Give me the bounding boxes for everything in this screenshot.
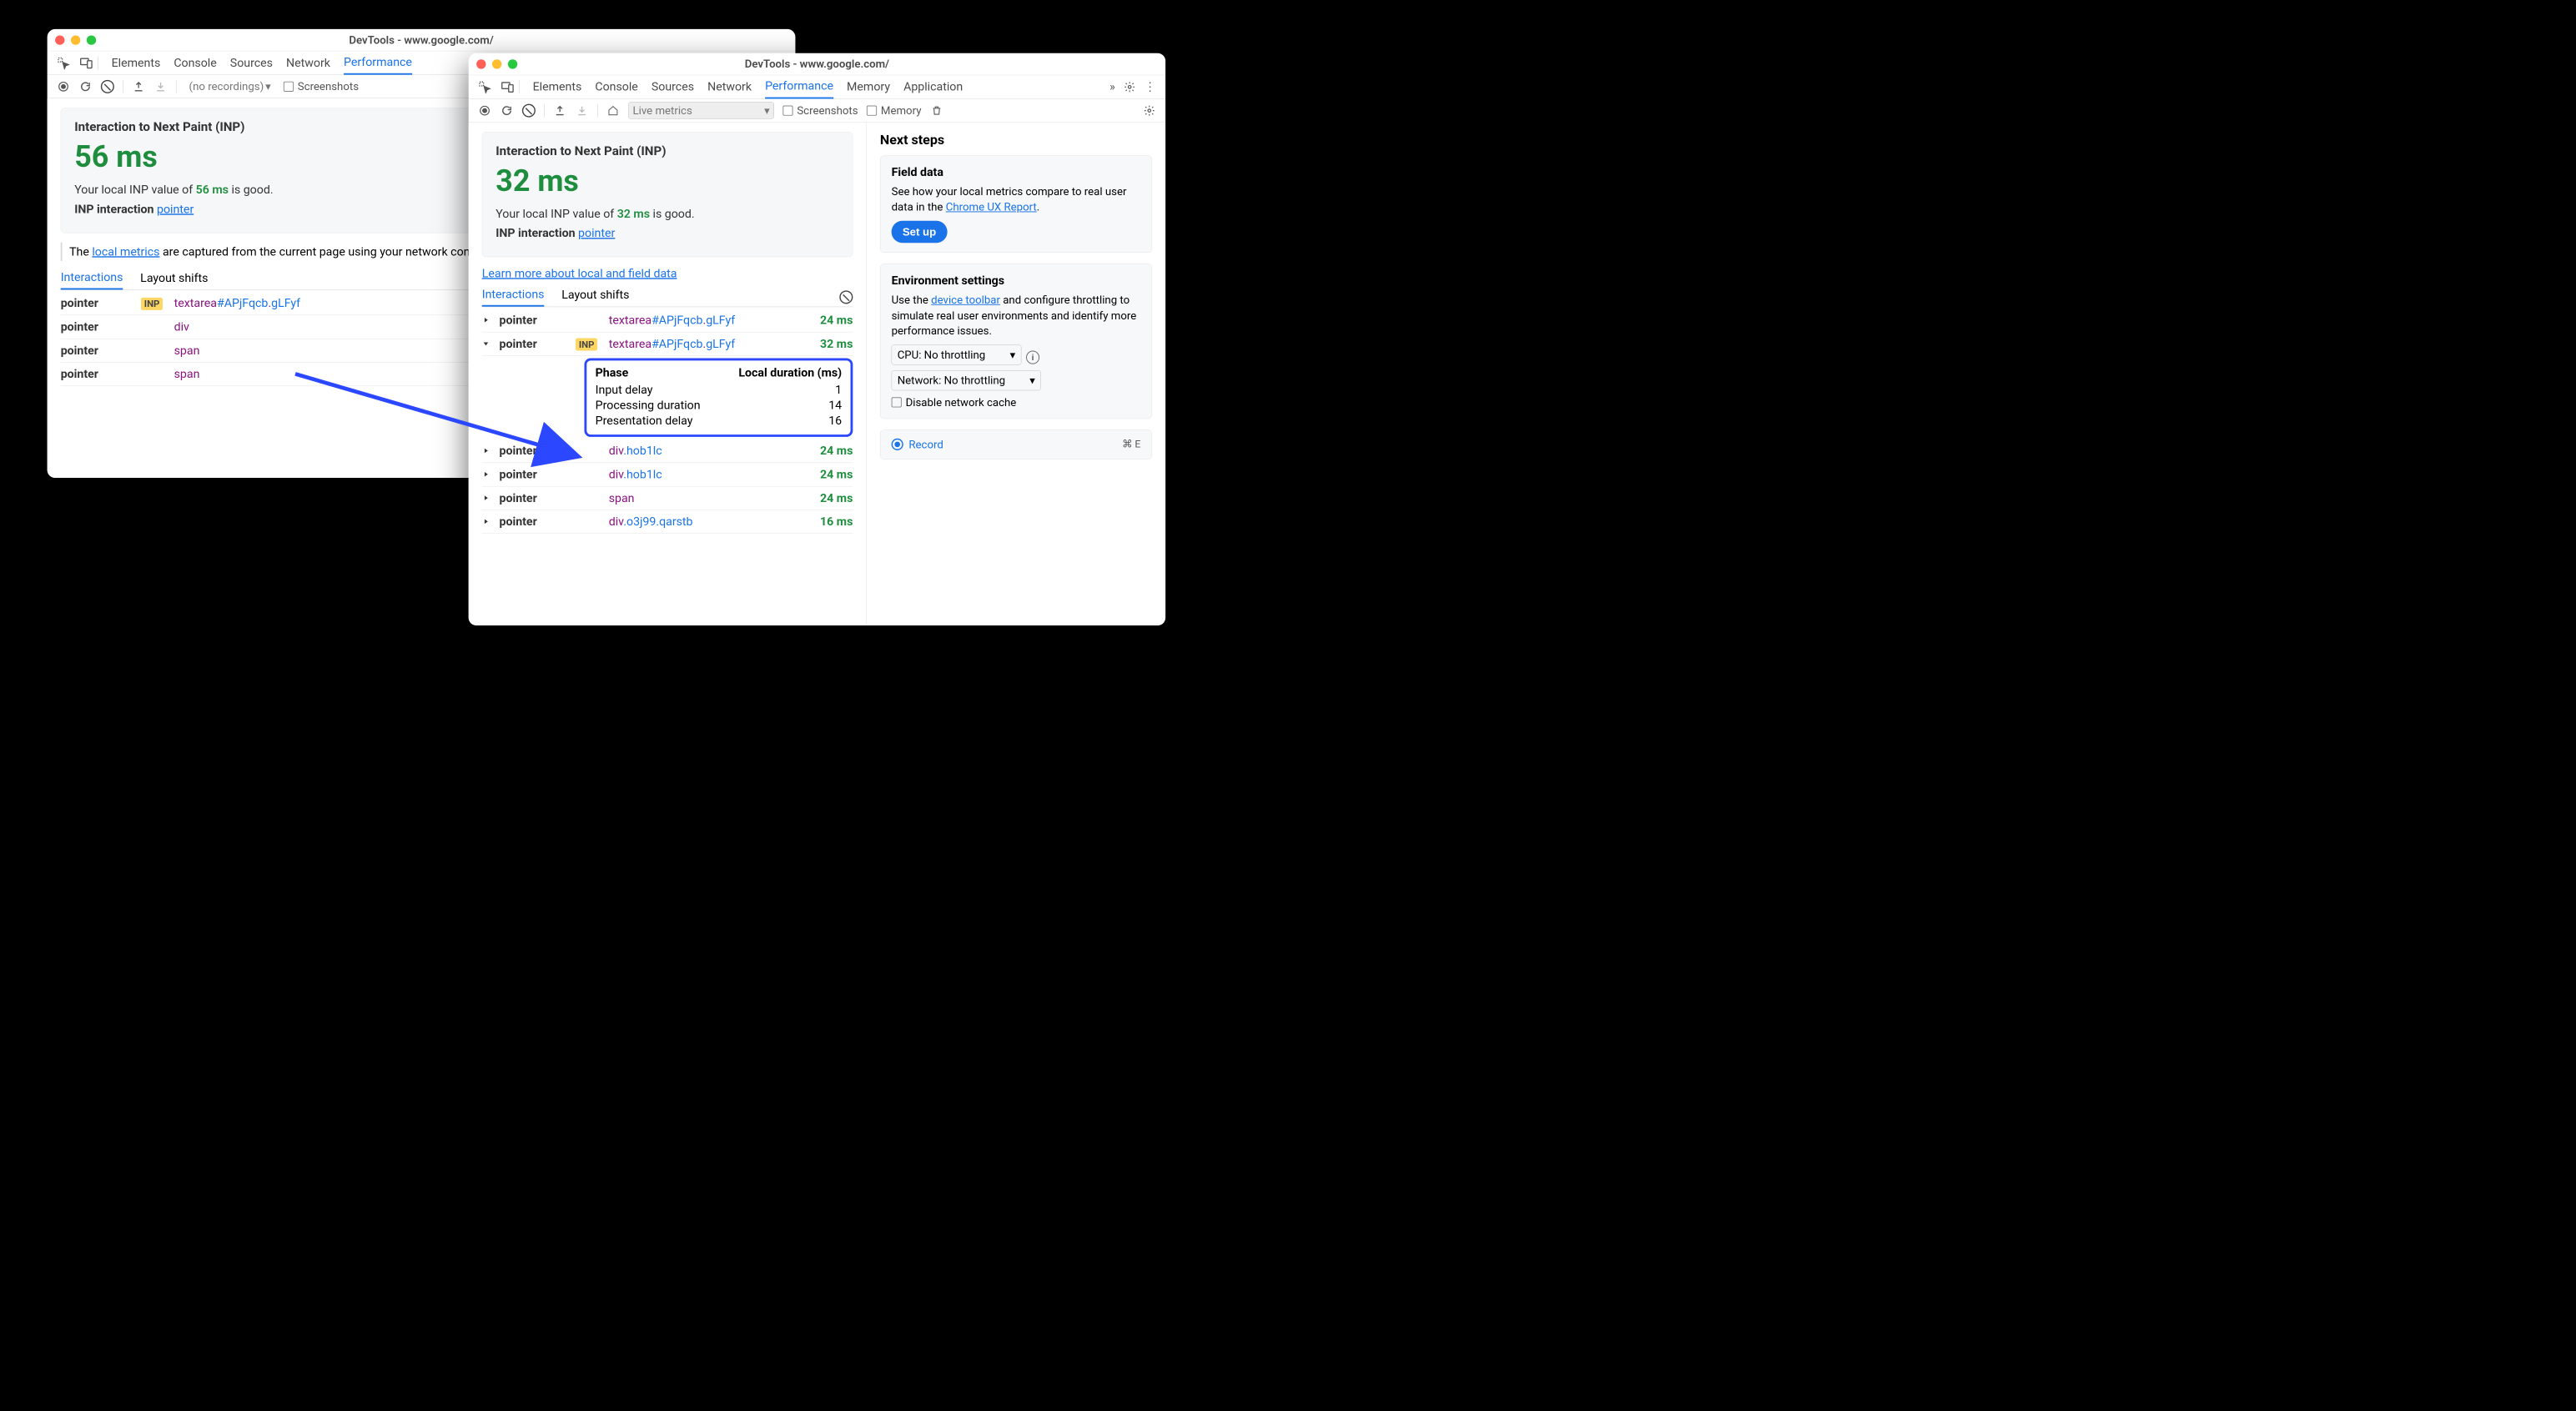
inp-interaction-link[interactable]: pointer (578, 226, 615, 240)
memory-checkbox[interactable]: Memory (867, 104, 922, 118)
interaction-row[interactable]: pointer span 24 ms (482, 486, 853, 510)
device-toolbar-icon[interactable] (79, 56, 93, 69)
download-icon (154, 80, 168, 93)
live-metrics-dropdown[interactable]: Live metrics ▾ (628, 102, 774, 118)
minimize-icon[interactable] (71, 35, 80, 44)
local-metrics-link[interactable]: local metrics (92, 245, 159, 259)
info-icon[interactable]: i (1026, 351, 1039, 364)
perf-toolbar: Live metrics ▾ Screenshots Memory (469, 98, 1165, 122)
learn-more-link[interactable]: Learn more about local and field data (482, 267, 677, 281)
inp-heading: Interaction to Next Paint (INP) (496, 143, 839, 158)
environment-settings-card: Environment settings Use the device tool… (880, 264, 1152, 419)
subtab-interactions[interactable]: Interactions (482, 288, 545, 307)
tab-elements[interactable]: Elements (533, 75, 582, 98)
clear-icon[interactable] (522, 103, 536, 117)
record-card: Record ⌘ E (880, 429, 1152, 459)
record-icon[interactable] (57, 80, 70, 93)
tab-memory[interactable]: Memory (847, 75, 890, 98)
window-title: DevTools - www.google.com/ (48, 33, 796, 47)
chevron-right-icon[interactable] (482, 316, 491, 324)
interaction-row[interactable]: pointer div.hob1lc 24 ms (482, 463, 853, 486)
tab-network[interactable]: Network (707, 75, 752, 98)
tab-console[interactable]: Console (174, 51, 216, 74)
reload-icon[interactable] (78, 80, 92, 93)
set-up-button[interactable]: Set up (892, 221, 948, 243)
subtab-row: Interactions Layout shifts (482, 288, 853, 308)
traffic-lights (476, 59, 517, 68)
close-icon[interactable] (476, 59, 486, 68)
settings-icon[interactable] (1143, 103, 1156, 117)
interaction-row[interactable]: pointer div.hob1lc 24 ms (482, 439, 853, 463)
home-icon[interactable] (606, 103, 620, 117)
chevron-right-icon[interactable] (482, 446, 491, 454)
tab-application[interactable]: Application (903, 75, 963, 98)
network-throttling-select[interactable]: Network: No throttling▾ (892, 370, 1041, 390)
record-ring-icon (892, 439, 903, 450)
tab-elements[interactable]: Elements (112, 51, 161, 74)
inspect-icon[interactable] (57, 56, 70, 69)
upload-icon[interactable] (553, 103, 566, 117)
download-icon (576, 103, 589, 117)
recording-dropdown[interactable]: (no recordings) ▾ (185, 78, 275, 94)
main-panel: Interaction to Next Paint (INP) 32 ms Yo… (469, 123, 867, 625)
subtab-interactions[interactable]: Interactions (61, 270, 123, 289)
more-tabs-icon[interactable]: » (1109, 80, 1115, 94)
interaction-row[interactable]: pointer div.o3j99.qarstb 16 ms (482, 510, 853, 534)
tab-console[interactable]: Console (595, 75, 637, 98)
tab-sources[interactable]: Sources (230, 51, 273, 74)
screenshots-checkbox[interactable]: Screenshots (782, 104, 858, 118)
record-icon[interactable] (478, 103, 491, 117)
device-toolbar-icon[interactable] (501, 80, 514, 93)
tab-performance[interactable]: Performance (344, 51, 412, 74)
chevron-right-icon[interactable] (482, 494, 491, 502)
settings-icon[interactable] (1123, 80, 1136, 93)
interactions-table: pointer textarea#APjFqcb.gLFyf 24 ms poi… (482, 309, 853, 534)
clear-interactions-icon[interactable] (839, 290, 853, 304)
inp-value: 32 ms (496, 163, 839, 198)
zoom-icon[interactable] (87, 35, 96, 44)
trash-icon[interactable] (930, 103, 943, 117)
minimize-icon[interactable] (492, 59, 501, 68)
cpu-throttling-select[interactable]: CPU: No throttling▾ (892, 344, 1022, 364)
tab-sources[interactable]: Sources (652, 75, 694, 98)
window-title: DevTools - www.google.com/ (469, 58, 1165, 71)
chevron-right-icon[interactable] (482, 517, 491, 525)
subtab-layout-shifts[interactable]: Layout shifts (561, 289, 629, 306)
device-toolbar-link[interactable]: device toolbar (931, 294, 1000, 307)
chrome-ux-report-link[interactable]: Chrome UX Report (946, 200, 1037, 213)
zoom-icon[interactable] (508, 59, 517, 68)
devtools-window-2: DevTools - www.google.com/ Elements Cons… (469, 53, 1165, 625)
clear-icon[interactable] (101, 80, 114, 93)
side-panel: Next steps Field data See how your local… (866, 123, 1165, 625)
kebab-icon[interactable]: ⋮ (1145, 80, 1156, 94)
chevron-right-icon[interactable] (482, 470, 491, 479)
live-metrics-label: Live metrics (633, 104, 692, 118)
main-tabstrip: Elements Console Sources Network Perform… (469, 75, 1165, 98)
traffic-lights (55, 35, 96, 44)
record-shortcut: ⌘ E (1122, 439, 1140, 450)
inp-card: Interaction to Next Paint (INP) 32 ms Yo… (482, 132, 853, 257)
disable-cache-checkbox[interactable]: Disable network cache (892, 396, 1141, 409)
chevron-down-icon[interactable] (482, 339, 491, 348)
subtab-layout-shifts[interactable]: Layout shifts (140, 271, 208, 289)
upload-icon[interactable] (132, 80, 145, 93)
tab-network[interactable]: Network (286, 51, 330, 74)
record-button[interactable]: Record ⌘ E (892, 438, 1141, 451)
titlebar: DevTools - www.google.com/ (469, 53, 1165, 75)
tab-performance[interactable]: Performance (765, 75, 833, 98)
screenshots-checkbox[interactable]: Screenshots (284, 80, 359, 93)
inspect-icon[interactable] (478, 80, 491, 93)
interaction-row[interactable]: pointer textarea#APjFqcb.gLFyf 24 ms (482, 309, 853, 332)
recording-dropdown-label: (no recordings) (189, 80, 264, 93)
interaction-row-expanded[interactable]: pointer INP textarea#APjFqcb.gLFyf 32 ms (482, 332, 853, 355)
field-data-card: Field data See how your local metrics co… (880, 155, 1152, 253)
inp-interaction-link[interactable]: pointer (157, 203, 194, 217)
titlebar: DevTools - www.google.com/ (48, 29, 796, 51)
close-icon[interactable] (55, 35, 64, 44)
reload-icon[interactable] (500, 103, 513, 117)
phase-breakdown: PhaseLocal duration (ms) Input delay1 Pr… (584, 359, 853, 437)
next-steps-heading: Next steps (880, 132, 1152, 148)
